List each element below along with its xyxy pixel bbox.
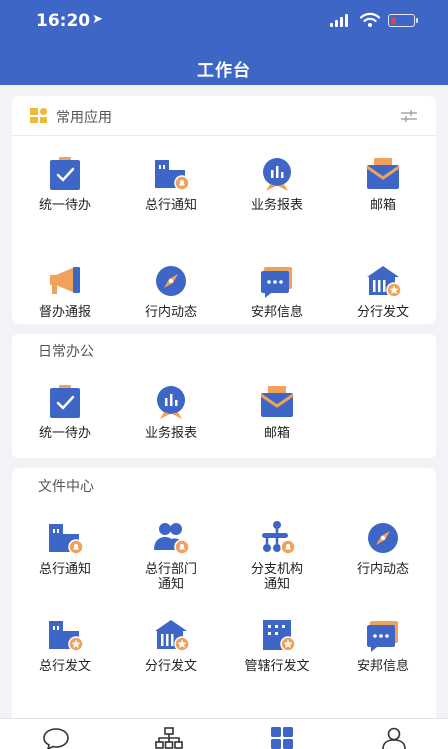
app-label: 总行通知: [144, 198, 197, 213]
head-office-doc-icon: [49, 621, 83, 652]
app-branch-org-notice[interactable]: 分支机构 通知: [224, 520, 330, 600]
app-label: 分行发文: [356, 305, 409, 320]
app-label: 行内动态: [144, 305, 197, 320]
daily-office-card: 日常办公 统一待办 业务报表 邮箱: [12, 334, 436, 458]
section-title-common: 常用应用: [56, 110, 112, 126]
app-info-chat[interactable]: 安邦信息: [224, 263, 330, 343]
app-label: 统一待办: [38, 426, 91, 441]
battery-icon: [388, 14, 418, 27]
org-chart-icon[interactable]: [155, 727, 183, 749]
file-center-card: 文件中心 总行通知 总行部门 通知 分支机构 通知 行内动态总行发文 分行发文 管辖行发文 安邦…: [12, 468, 436, 728]
jurisdiction-doc-icon: [263, 620, 295, 652]
app-label: 督办通报: [38, 305, 91, 320]
report-icon: [263, 158, 291, 191]
app-label: 总行通知: [38, 562, 91, 577]
info-chat-icon: [261, 267, 292, 298]
app-report[interactable]: 业务报表: [118, 384, 224, 464]
app-label: 分支机构 通知: [250, 562, 303, 592]
news-compass-icon: [156, 266, 186, 296]
app-label: 邮箱: [369, 198, 396, 213]
status-time: 16:20: [36, 11, 91, 31]
app-department-notice[interactable]: 总行部门 通知: [118, 520, 224, 600]
branch-doc-icon: [367, 266, 401, 298]
app-label: 业务报表: [144, 426, 197, 441]
app-label: 业务报表: [250, 198, 303, 213]
info-chat-icon: [367, 621, 398, 652]
todo-icon: [50, 385, 80, 418]
app-label: 邮箱: [263, 426, 290, 441]
bottom-tab-bar: [0, 718, 448, 749]
settings-sliders-icon[interactable]: [400, 109, 418, 123]
app-todo[interactable]: 统一待办: [12, 384, 118, 464]
news-compass-icon: [368, 523, 398, 553]
app-supervision[interactable]: 督办通报: [12, 263, 118, 343]
header-bar: 16:20 ➤ 工作台: [0, 0, 448, 85]
cellular-signal-icon: [330, 14, 348, 27]
app-label: 安邦信息: [250, 305, 303, 320]
app-head-office-doc[interactable]: 总行发文: [12, 617, 118, 697]
app-news-compass[interactable]: 行内动态: [330, 520, 436, 600]
app-jurisdiction-doc[interactable]: 管辖行发文: [224, 617, 330, 697]
app-branch-doc[interactable]: 分行发文: [330, 263, 436, 343]
app-label: 管辖行发文: [244, 659, 310, 674]
app-label: 总行发文: [38, 659, 91, 674]
app-label: 分行发文: [144, 659, 197, 674]
app-head-office-notice[interactable]: 总行通知: [118, 156, 224, 236]
supervision-icon: [50, 267, 80, 294]
section-title-files: 文件中心: [38, 479, 94, 495]
head-office-notice-icon: [155, 160, 189, 191]
mailbox-icon: [260, 386, 294, 417]
app-mailbox[interactable]: 邮箱: [224, 384, 330, 464]
app-label: 总行部门 通知: [144, 562, 197, 592]
page-title: 工作台: [197, 61, 251, 81]
app-todo[interactable]: 统一待办: [12, 156, 118, 236]
app-report[interactable]: 业务报表: [224, 156, 330, 236]
app-label: 统一待办: [38, 198, 91, 213]
head-office-notice-icon: [49, 524, 83, 555]
app-info-chat[interactable]: 安邦信息: [330, 617, 436, 697]
common-apps-header: 常用应用: [12, 96, 436, 136]
app-label: 行内动态: [356, 562, 409, 577]
apps-grid-icon: [30, 108, 47, 123]
status-bar: 16:20 ➤: [0, 0, 448, 46]
app-head-office-notice[interactable]: 总行通知: [12, 520, 118, 600]
app-mailbox[interactable]: 邮箱: [330, 156, 436, 236]
report-icon: [157, 386, 185, 419]
location-arrow-icon: ➤: [92, 12, 103, 27]
todo-icon: [50, 157, 80, 190]
common-apps-card: 常用应用 统一待办 总行通知 业务报表 邮箱督办通报 行内动态 安邦信息 分行发文: [12, 96, 436, 324]
mailbox-icon: [366, 158, 400, 189]
branch-doc-icon: [155, 620, 189, 652]
app-news-compass[interactable]: 行内动态: [118, 263, 224, 343]
department-notice-icon: [154, 523, 189, 555]
workbench-icon[interactable]: [268, 727, 296, 749]
profile-icon[interactable]: [380, 727, 408, 749]
app-label: 安邦信息: [356, 659, 409, 674]
branch-org-notice-icon: [262, 521, 295, 555]
wifi-icon: [360, 12, 380, 27]
message-icon[interactable]: [42, 727, 70, 749]
app-branch-doc[interactable]: 分行发文: [118, 617, 224, 697]
section-title-daily: 日常办公: [38, 344, 94, 360]
